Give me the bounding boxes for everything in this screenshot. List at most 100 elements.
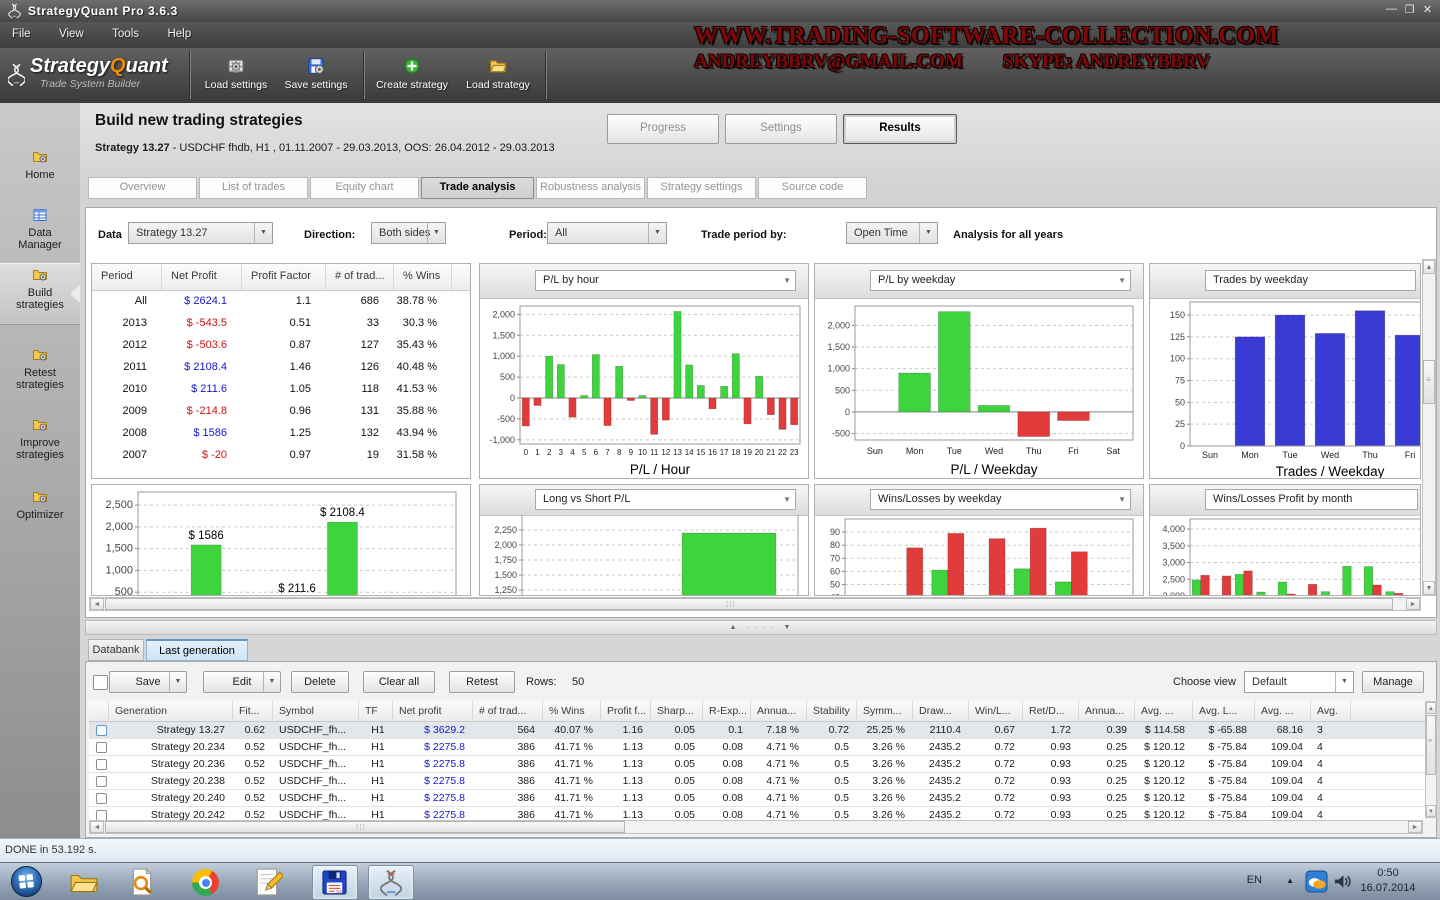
language-indicator[interactable]: EN [1247, 874, 1262, 886]
period-row[interactable]: 2010$ 211.61.0511841.53 % [92, 379, 470, 401]
scroll-down-icon[interactable]: ▼ [1423, 581, 1435, 595]
chart-type-dropdown[interactable]: Wins/Losses Profit by month [1205, 489, 1418, 510]
close-button[interactable]: ✕ [1419, 3, 1436, 16]
notepad-taskbar-icon[interactable] [246, 865, 290, 898]
chart-type-dropdown[interactable]: Trades by weekday [1205, 270, 1416, 291]
charts-horizontal-scrollbar[interactable]: ◄ ⁞⁞⁞ ► [89, 597, 1421, 611]
charts-vertical-scrollbar[interactable]: ▲ ≡ ▼ [1422, 259, 1436, 596]
column-header[interactable]: Annua... [751, 701, 807, 721]
column-header[interactable]: Ret/D... [1023, 701, 1079, 721]
view-dropdown[interactable]: Default▼ [1244, 671, 1354, 693]
weather-tray-icon[interactable] [1305, 870, 1328, 893]
explorer-taskbar-icon[interactable] [62, 865, 106, 898]
edit-button[interactable]: Edit▼ [203, 671, 281, 693]
chart-type-dropdown[interactable]: Long vs Short P/L▼ [535, 489, 796, 510]
period-row[interactable]: 2008$ 15861.2513243.94 % [92, 423, 470, 445]
row-checkbox[interactable] [96, 793, 107, 804]
delete-button[interactable]: Delete [291, 671, 349, 693]
tab-overview[interactable]: Overview [88, 177, 197, 199]
column-header[interactable]: Fit... [233, 701, 273, 721]
chart-type-dropdown[interactable]: Wins/Losses by weekday▼ [870, 489, 1131, 510]
menu-view[interactable]: View [47, 22, 96, 40]
minimize-button[interactable]: — [1383, 3, 1400, 15]
column-header[interactable]: Profit Factor [242, 264, 326, 290]
menu-tools[interactable]: Tools [100, 22, 151, 40]
row-checkbox[interactable] [96, 776, 107, 787]
column-header[interactable]: Win/L... [969, 701, 1023, 721]
sidebar-item-improve-strategies[interactable]: Improve strategies [0, 413, 80, 473]
tab-equity-chart[interactable]: Equity chart [310, 177, 419, 199]
scrollbar-thumb[interactable]: ⁞⁞⁞ [105, 821, 625, 833]
data-strategy-dropdown[interactable]: Strategy 13.27▼ [128, 222, 273, 244]
column-header[interactable]: Net profit [393, 701, 473, 721]
tab-trade-analysis[interactable]: Trade analysis [421, 177, 534, 199]
progress-view-button[interactable]: Progress [607, 114, 719, 144]
scrollbar-thumb[interactable]: ≡ [1426, 715, 1436, 775]
chevron-down-icon[interactable]: ▼ [169, 672, 186, 692]
chrome-taskbar-icon[interactable] [184, 865, 228, 898]
column-header[interactable]: Symm... [857, 701, 913, 721]
column-header[interactable]: Avg. [1311, 701, 1351, 721]
scrollbar-thumb[interactable]: ⁞⁞⁞ [105, 598, 1393, 610]
column-header[interactable]: Avg. ... [1135, 701, 1193, 721]
period-row[interactable]: 2011$ 2108.41.4612640.48 % [92, 357, 470, 379]
strategy-row[interactable]: Strategy 13.270.62USDCHF_fh...H1$ 3629.2… [89, 722, 1425, 739]
column-header[interactable]: # of trad... [326, 264, 394, 290]
row-checkbox[interactable] [96, 742, 107, 753]
panel-splitter[interactable]: ▲ · · · · ▼ [85, 620, 1437, 635]
select-all-checkbox[interactable] [93, 675, 108, 690]
sidebar-item-optimizer[interactable]: Optimizer [0, 485, 80, 533]
scroll-right-icon[interactable]: ► [1408, 821, 1422, 833]
chart-type-dropdown[interactable]: P/L by weekday▼ [870, 270, 1131, 291]
scroll-up-icon[interactable]: ▲ [1423, 260, 1435, 274]
tab-robustness-analysis[interactable]: Robustness analysis [536, 177, 645, 199]
column-header[interactable]: Symbol [273, 701, 359, 721]
column-header[interactable]: Sharp... [651, 701, 703, 721]
scroll-right-icon[interactable]: ► [1406, 598, 1420, 610]
chevron-down-icon[interactable]: ▼ [263, 672, 280, 692]
scroll-left-icon[interactable]: ◄ [90, 598, 104, 610]
column-header[interactable]: # of trad... [473, 701, 543, 721]
sidebar-item-home[interactable]: Home [0, 145, 80, 193]
column-header[interactable]: Annua... [1079, 701, 1135, 721]
chart-type-dropdown[interactable]: P/L by hour▼ [535, 270, 796, 291]
scroll-up-icon[interactable]: ▲ [1426, 702, 1436, 714]
direction-dropdown[interactable]: Both sides▼ [371, 222, 446, 244]
tab-source-code[interactable]: Source code [758, 177, 867, 199]
column-header[interactable]: TF [359, 701, 393, 721]
databank-horizontal-scrollbar[interactable]: ◄ ⁞⁞⁞ ► [89, 820, 1423, 834]
period-dropdown[interactable]: All▼ [547, 222, 667, 244]
column-header[interactable]: % Wins [543, 701, 601, 721]
trade-period-dropdown[interactable]: Open Time▼ [846, 222, 938, 244]
column-header[interactable]: Avg. L... [1193, 701, 1255, 721]
scroll-left-icon[interactable]: ◄ [90, 821, 104, 833]
clock[interactable]: 0:50 16.07.2014 [1350, 866, 1426, 896]
strategy-row[interactable]: Strategy 20.2340.52USDCHF_fh...H1$ 2275.… [89, 739, 1425, 756]
column-header[interactable]: Net Profit [162, 264, 242, 290]
sidebar-item-build-strategies[interactable]: Build strategies [0, 263, 80, 325]
retest-button[interactable]: Retest [449, 671, 515, 693]
start-button[interactable] [10, 865, 43, 898]
column-header[interactable]: Stability [807, 701, 857, 721]
strategy-row[interactable]: Strategy 20.2380.52USDCHF_fh...H1$ 2275.… [89, 773, 1425, 790]
load-settings-button[interactable]: Load settings [196, 57, 276, 91]
maximize-button[interactable]: ❐ [1401, 3, 1418, 16]
column-header[interactable]: Profit f... [601, 701, 651, 721]
strategy-row[interactable]: Strategy 20.2400.52USDCHF_fh...H1$ 2275.… [89, 790, 1425, 807]
column-header[interactable]: Period [92, 264, 162, 290]
manage-button[interactable]: Manage [1362, 671, 1424, 693]
period-row[interactable]: 2013$ -543.50.513330.3 % [92, 313, 470, 335]
column-header[interactable]: Draw... [913, 701, 969, 721]
floppy-app-taskbar-icon[interactable]: 64 [312, 865, 358, 900]
scroll-down-icon[interactable]: ▼ [1426, 805, 1436, 817]
results-view-button[interactable]: Results [843, 114, 957, 144]
search-taskbar-icon[interactable] [120, 865, 164, 898]
load-strategy-button[interactable]: Load strategy [458, 57, 538, 91]
period-row[interactable]: 2012$ -503.60.8712735.43 % [92, 335, 470, 357]
tab-last-generation[interactable]: Last generation [146, 639, 248, 661]
menu-help[interactable]: Help [155, 22, 203, 40]
settings-view-button[interactable]: Settings [725, 114, 837, 144]
tray-expand-icon[interactable]: ▲ [1286, 876, 1294, 885]
column-header[interactable]: Avg. ... [1255, 701, 1311, 721]
sidebar-item-retest-strategies[interactable]: Retest strategies [0, 343, 80, 403]
